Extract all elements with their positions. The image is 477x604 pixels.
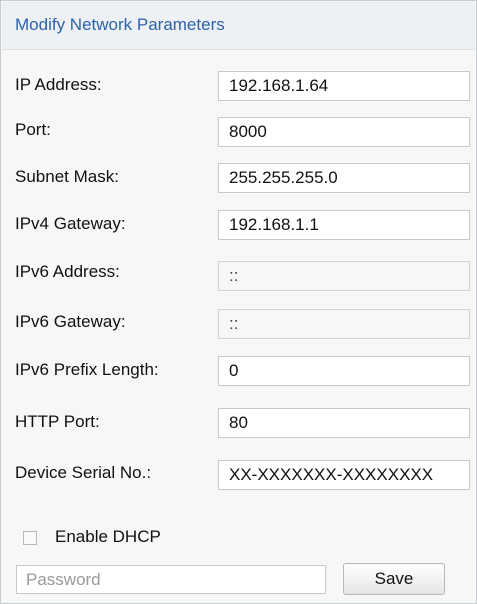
subnet-mask-field[interactable]: 255.255.255.0 <box>218 163 470 193</box>
save-button[interactable]: Save <box>343 563 445 595</box>
subnet-mask-label: Subnet Mask: <box>15 167 119 186</box>
ipv6-gateway-field[interactable]: :: <box>218 309 470 339</box>
password-input[interactable] <box>16 565 326 594</box>
enable-dhcp-label: Enable DHCP <box>55 527 161 546</box>
ipv6-gateway-label: IPv6 Gateway: <box>15 312 126 331</box>
port-label: Port: <box>15 120 51 139</box>
device-serial-field[interactable]: XX-XXXXXXX-XXXXXXXX <box>218 460 470 490</box>
panel-title: Modify Network Parameters <box>15 15 225 34</box>
modify-network-panel: Modify Network Parameters IP Address: 19… <box>0 0 477 604</box>
http-port-field[interactable]: 80 <box>218 408 470 438</box>
enable-dhcp-checkbox[interactable] <box>23 531 37 545</box>
panel-header: Modify Network Parameters <box>2 2 475 50</box>
port-field[interactable]: 8000 <box>218 117 470 147</box>
ipv6-address-label: IPv6 Address: <box>15 262 120 281</box>
http-port-label: HTTP Port: <box>15 412 100 431</box>
ipv4-gateway-label: IPv4 Gateway: <box>15 214 126 233</box>
ipv6-prefix-length-field[interactable]: 0 <box>218 356 470 386</box>
ip-address-label: IP Address: <box>15 75 102 94</box>
ipv4-gateway-field[interactable]: 192.168.1.1 <box>218 210 470 240</box>
ipv6-address-field[interactable]: :: <box>218 261 470 291</box>
ip-address-field[interactable]: 192.168.1.64 <box>218 71 470 101</box>
device-serial-label: Device Serial No.: <box>15 463 152 482</box>
ipv6-prefix-length-label: IPv6 Prefix Length: <box>15 360 159 379</box>
